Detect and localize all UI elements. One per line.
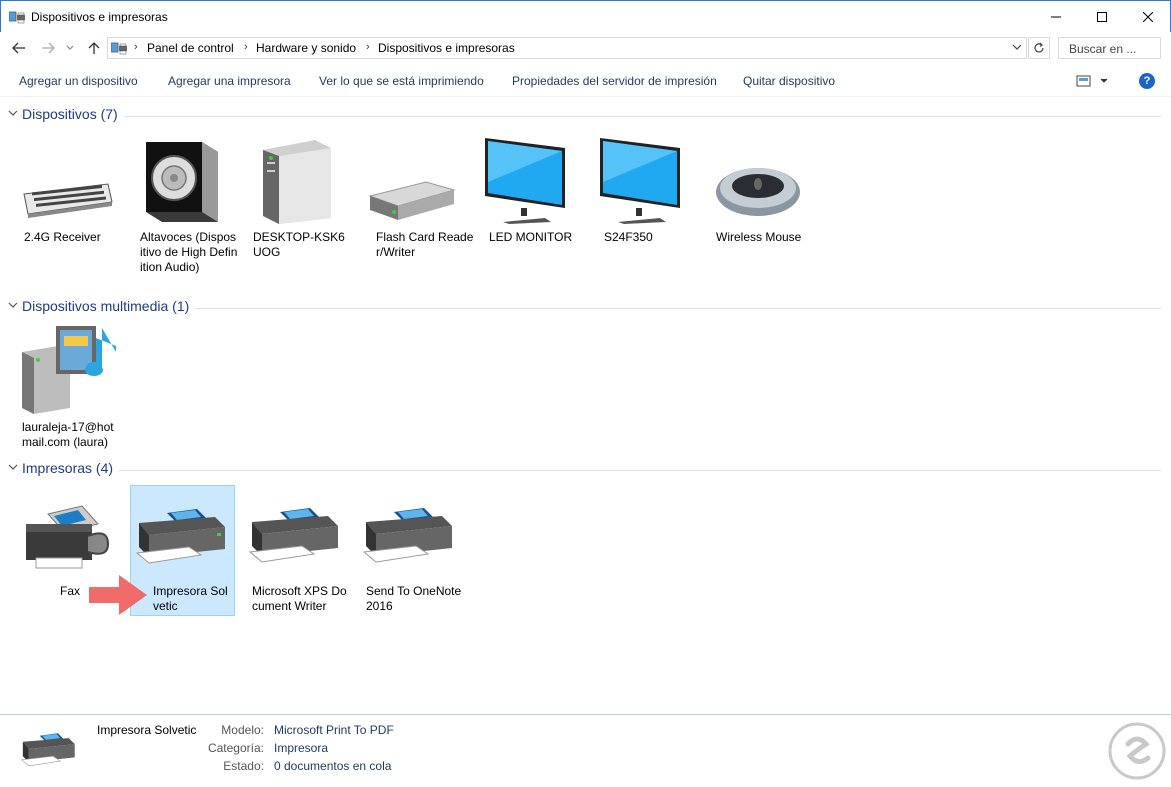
details-pane: Impresora Solvetic Modelo: Microsoft Pri… (0, 714, 1171, 787)
add-printer-button[interactable]: Agregar una impresora (168, 74, 291, 88)
device-label: 2.4G Receiver (24, 230, 101, 244)
device-label: Microsoft XPS Document Writer (252, 584, 347, 613)
group-title-printers: Impresoras (4) (22, 460, 120, 476)
device-item-speakers[interactable]: Altavoces (Dispositivo de High Definitio… (132, 132, 238, 292)
command-bar: Agregar un dispositivo Agregar una impre… (0, 64, 1171, 97)
refresh-button[interactable] (1028, 37, 1050, 59)
device-label: Impresora Solvetic (153, 584, 228, 613)
device-label: DESKTOP-KSK6UOG (253, 230, 345, 259)
breadcrumb-control-panel[interactable]: Panel de control (147, 41, 234, 55)
device-label: S24F350 (604, 230, 653, 244)
maximize-icon (1097, 11, 1107, 22)
device-label: Wireless Mouse (716, 230, 802, 244)
close-icon (1143, 11, 1153, 22)
device-item-2-4g-receiver[interactable]: 2.4G Receiver (16, 132, 122, 272)
devices-printers-icon (111, 42, 127, 55)
recent-locations-button[interactable] (63, 38, 77, 58)
chevron-down-icon (8, 302, 18, 308)
group-header-multimedia[interactable]: Dispositivos multimedia (1) (0, 298, 1171, 318)
group-header-printers[interactable]: Impresoras (4) (0, 460, 1171, 480)
minimize-button[interactable] (1033, 1, 1079, 32)
breadcrumb-separator-icon: › (244, 41, 248, 53)
device-item-led-monitor[interactable]: LED MONITOR (481, 132, 587, 272)
arrow-left-icon (12, 42, 25, 54)
media-server-icon (22, 326, 116, 414)
navigation-bar: › Panel de control › Hardware y sonido ›… (0, 32, 1171, 64)
group-header-devices[interactable]: Dispositivos (7) (0, 106, 1171, 126)
close-button[interactable] (1125, 1, 1171, 32)
device-label: Altavoces (Dispositivo de High Definitio… (140, 230, 238, 274)
search-placeholder: Buscar en ... (1069, 42, 1137, 56)
group-title-multimedia: Dispositivos multimedia (1) (22, 298, 196, 314)
device-item-card-reader[interactable]: Flash Card Reader/Writer (368, 132, 474, 272)
mouse-icon (716, 168, 800, 216)
chevron-down-icon (8, 464, 18, 470)
arrow-up-icon (88, 42, 100, 54)
device-label: lauraleja-17@hotmail.com (laura) (22, 420, 114, 449)
computer-tower-icon (263, 140, 331, 224)
details-value-status: 0 documentos en cola (274, 759, 392, 773)
speaker-icon (146, 142, 218, 222)
up-button[interactable] (84, 38, 104, 58)
details-key-status: Estado: (223, 759, 264, 773)
address-bar[interactable]: › Panel de control › Hardware y sonido ›… (107, 37, 1027, 59)
printer-icon (20, 733, 75, 767)
details-key-model: Modelo: (221, 723, 264, 737)
back-button[interactable] (9, 38, 29, 58)
change-view-button[interactable] (1076, 73, 1110, 89)
window-title: Dispositivos e impresoras (31, 10, 168, 24)
device-label: LED MONITOR (489, 230, 573, 244)
see-whats-printing-button[interactable]: Ver lo que se está imprimiendo (319, 74, 484, 88)
details-value-model: Microsoft Print To PDF (274, 723, 394, 737)
device-label: Flash Card Reader/Writer (376, 230, 474, 259)
keyboard-icon (23, 183, 113, 218)
title-bar: Dispositivos e impresoras (0, 0, 1171, 32)
minimize-icon (1051, 16, 1061, 17)
view-options-icon (1076, 75, 1108, 87)
chevron-down-icon (8, 110, 18, 116)
breadcrumb-hardware-sound[interactable]: Hardware y sonido (256, 41, 356, 55)
media-item-laura[interactable]: lauraleja-17@hotmail.com (laura) (14, 322, 120, 456)
add-device-button[interactable]: Agregar un dispositivo (19, 74, 138, 88)
printer-icon (362, 508, 452, 563)
arrow-right-icon (42, 42, 55, 54)
fax-icon (26, 505, 110, 569)
address-dropdown-button[interactable] (1012, 41, 1022, 55)
printer-icon (135, 509, 225, 564)
pointer-arrow-icon (89, 575, 147, 615)
watermark-logo-icon (1108, 722, 1166, 780)
help-button[interactable]: ? (1139, 73, 1155, 89)
devices-printers-icon (9, 11, 25, 24)
details-key-category: Categoría: (207, 741, 264, 755)
remove-device-button[interactable]: Quitar dispositivo (743, 74, 835, 88)
maximize-button[interactable] (1079, 1, 1125, 32)
device-item-desktop[interactable]: DESKTOP-KSK6UOG (245, 132, 351, 272)
monitor-icon (600, 138, 680, 224)
device-item-s24f350[interactable]: S24F350 (596, 132, 702, 272)
forward-button[interactable] (38, 38, 58, 58)
breadcrumb-separator-icon: › (366, 41, 370, 53)
printer-item-send-to-onenote[interactable]: Send To OneNote 2016 (358, 488, 464, 618)
search-input[interactable]: Buscar en ... (1058, 37, 1161, 59)
group-title-devices: Dispositivos (7) (22, 106, 124, 122)
printer-icon (248, 508, 338, 563)
print-server-properties-button[interactable]: Propiedades del servidor de impresión (512, 74, 717, 88)
chevron-down-icon (66, 45, 74, 50)
monitor-icon (485, 138, 565, 224)
chevron-down-icon (1012, 44, 1022, 50)
card-reader-icon (368, 181, 456, 220)
device-label: Send To OneNote 2016 (366, 584, 462, 613)
refresh-icon (1034, 42, 1044, 53)
printer-item-microsoft-xps[interactable]: Microsoft XPS Document Writer (244, 488, 350, 618)
details-value-category: Impresora (274, 741, 329, 755)
device-item-wireless-mouse[interactable]: Wireless Mouse (708, 132, 814, 272)
breadcrumb-devices-printers[interactable]: Dispositivos e impresoras (378, 41, 515, 55)
group-divider (20, 116, 1161, 117)
group-divider (20, 470, 1161, 471)
breadcrumb-separator-icon: › (134, 41, 138, 53)
